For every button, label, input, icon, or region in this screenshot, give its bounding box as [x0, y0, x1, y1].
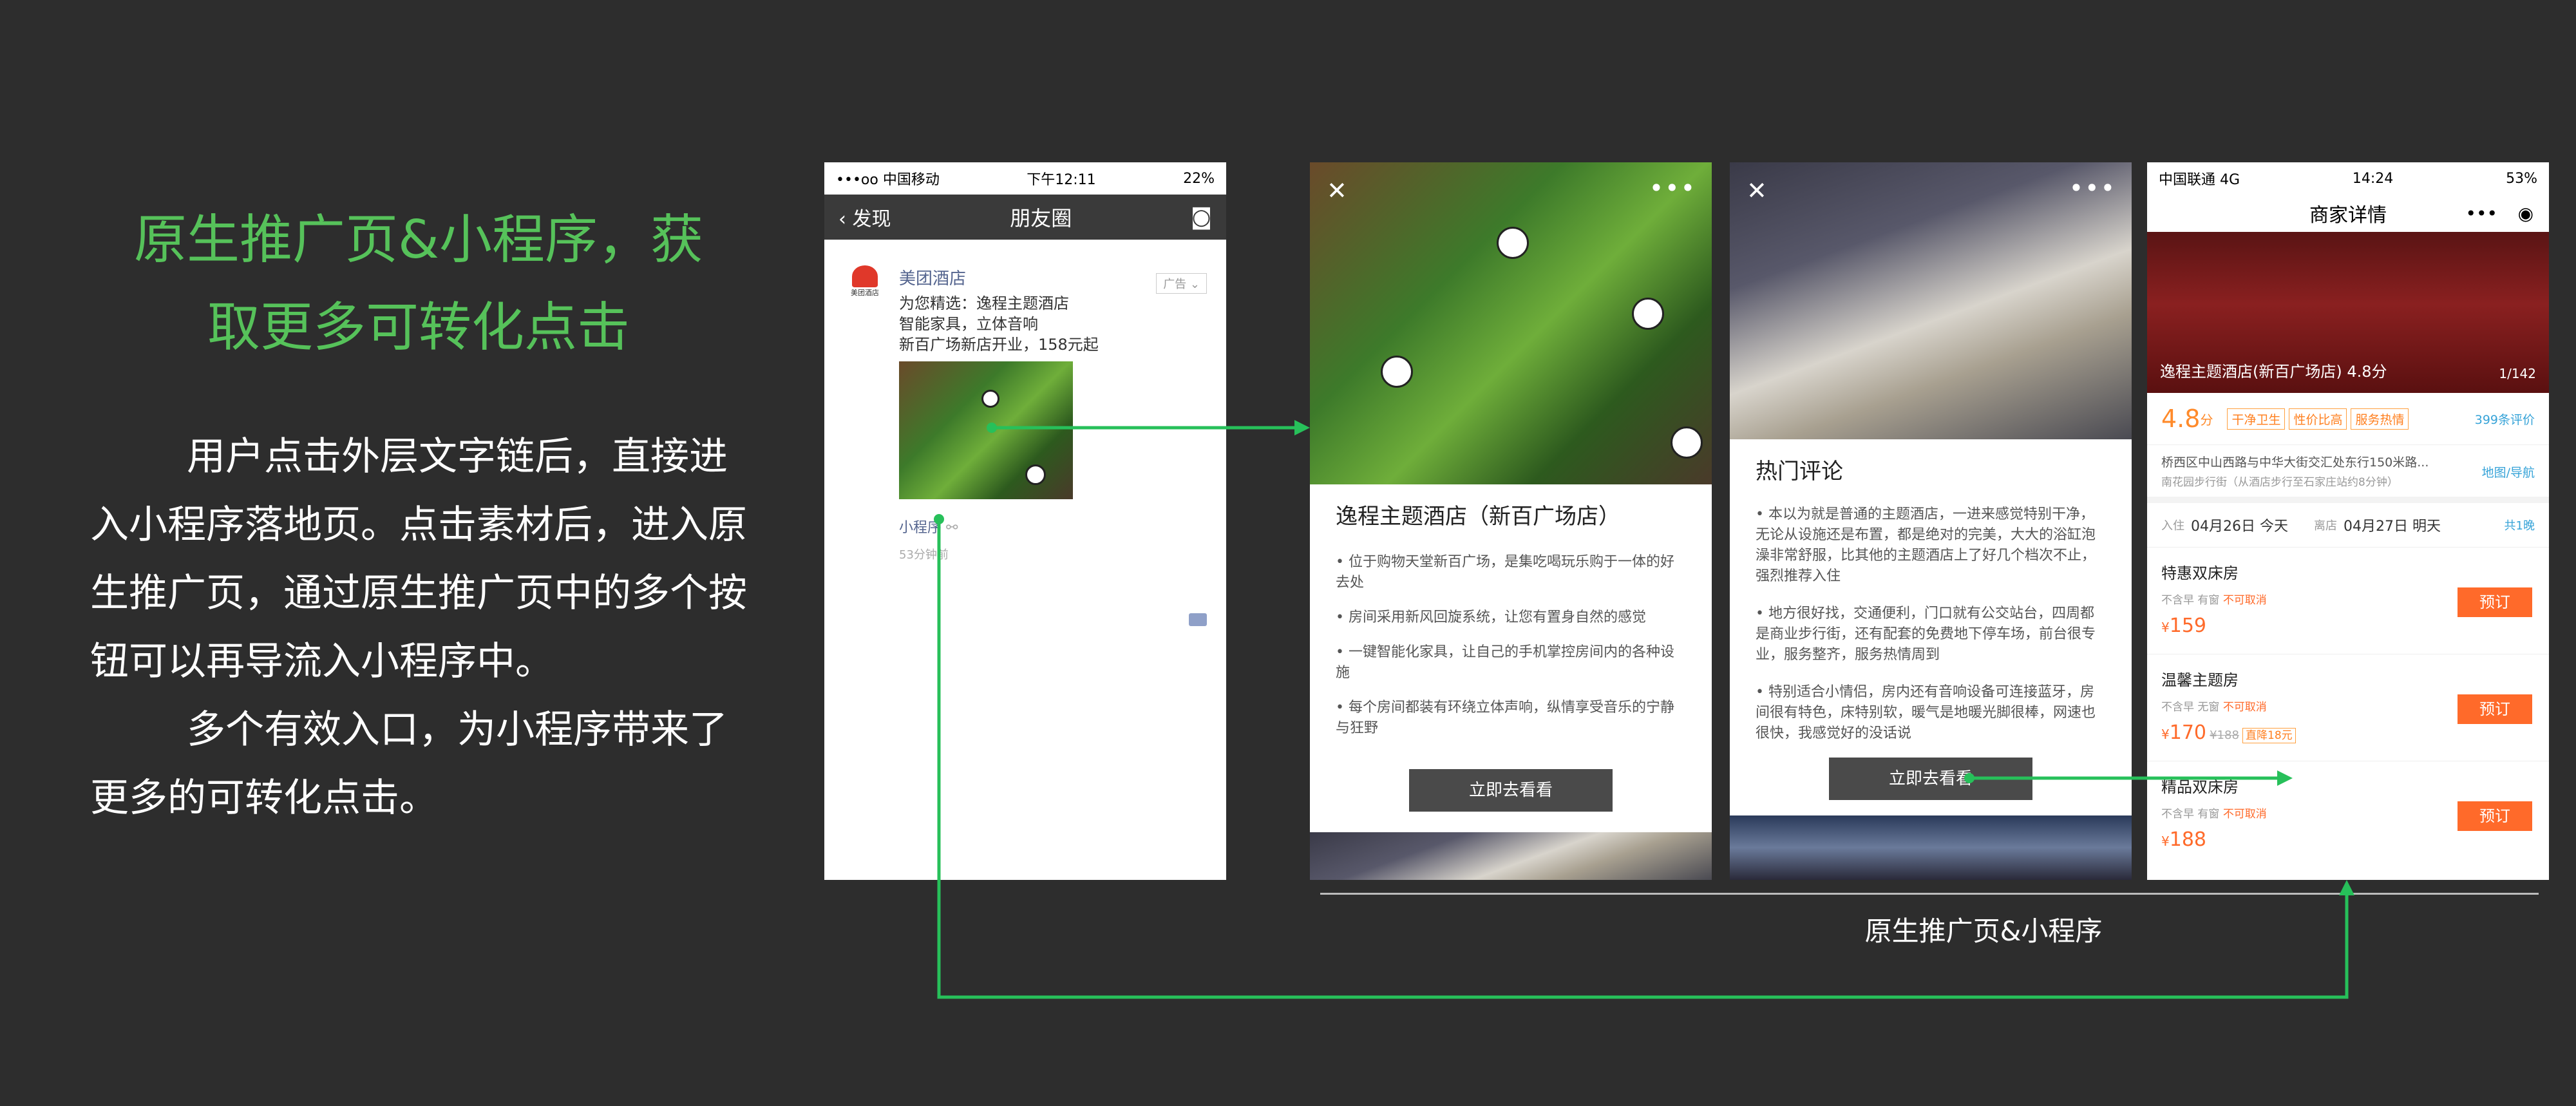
arrowhead-room	[2277, 770, 2293, 786]
arrowhead-detail	[2339, 880, 2354, 895]
flow-arrows	[934, 420, 2354, 999]
arrow-origin-dot	[934, 514, 944, 524]
arrow-origin-dot	[1964, 773, 1975, 783]
arrow-origin-dot	[987, 423, 997, 433]
arrowhead-promo	[1294, 420, 1310, 435]
arrow-link-to-detail	[937, 519, 2349, 999]
